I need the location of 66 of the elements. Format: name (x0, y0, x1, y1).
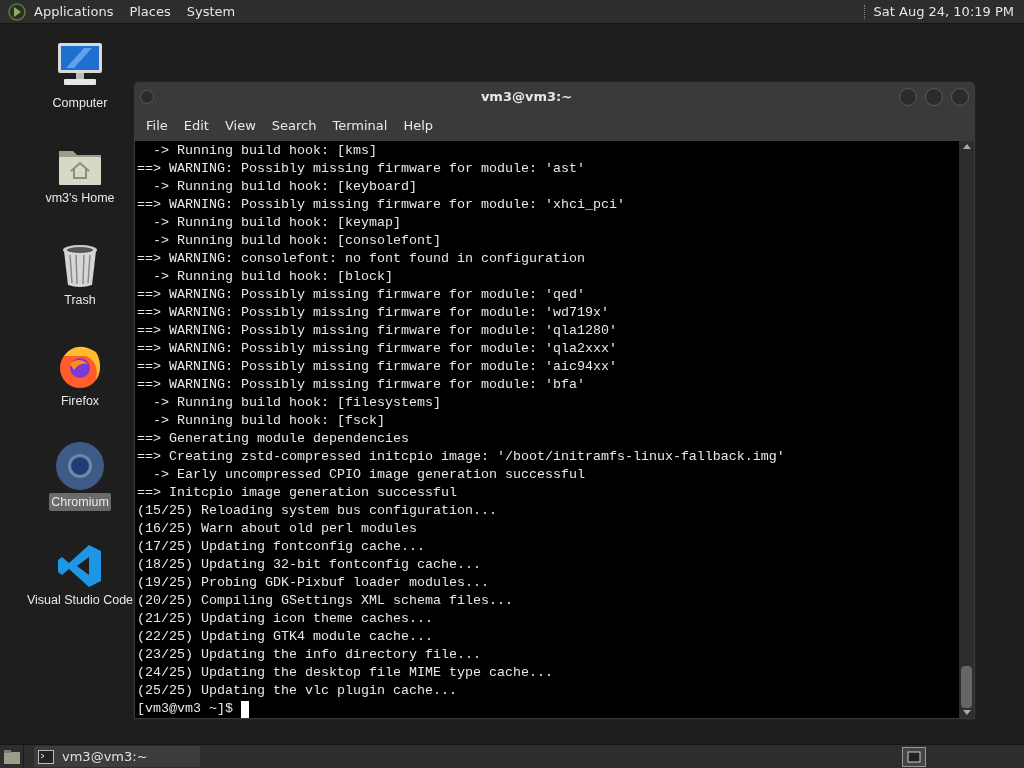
menu-item[interactable]: Terminal (324, 116, 396, 136)
output-line: ==> WARNING: Possibly missing firmware for module: 'qla2xxx' (137, 340, 618, 358)
panel-menu[interactable]: System (178, 1, 244, 22)
output-line: -> Running build hook: [keyboard] (152, 178, 418, 196)
desktop-icon-label[interactable]: Visual Studio Code (24, 590, 136, 610)
panel-menu[interactable]: Places (121, 1, 179, 22)
menu-item[interactable]: Help (395, 116, 442, 136)
output-line: ==> WARNING: Possibly missing firmware for module: 'aic94xx' (137, 358, 618, 376)
menu-item[interactable]: View (216, 116, 264, 136)
output-line: -> Running build hook: [consolefont] (152, 232, 442, 250)
task-button[interactable]: vm3@vm3:~ (34, 746, 200, 767)
output-line: (15/25) Reloading system bus configuration... (137, 502, 498, 520)
desktop-icon-label[interactable]: Firefox (58, 391, 102, 411)
output-line: (24/25) Updating the desktop file MIME type cache... (137, 664, 554, 682)
scrollbar[interactable] (959, 141, 974, 718)
output-line: ==> WARNING: Possibly missing firmware for module: 'ast' (137, 160, 586, 178)
output-line: (22/25) Updating GTK4 module cache... (137, 628, 434, 646)
output-line: (21/25) Updating icon theme caches... (137, 610, 434, 628)
output-line: (20/25) Compiling GSettings XML schema files... (137, 592, 514, 610)
trash-icon (60, 242, 100, 289)
desktop-icon-label[interactable]: vm3's Home (43, 188, 117, 208)
text-cursor (241, 700, 249, 718)
clock[interactable]: Sat Aug 24, 10:19 PM (873, 1, 1016, 22)
scroll-thumb[interactable] (961, 666, 972, 708)
output-line: -> Running build hook: [kms] (152, 142, 378, 160)
output-line: -> Running build hook: [filesystems] (152, 394, 442, 412)
maximize-button[interactable] (925, 87, 943, 106)
desktop-icon-label[interactable]: Chromium (49, 492, 111, 512)
output-line: ==> WARNING: Possibly missing firmware for module: 'bfa' (137, 376, 586, 394)
menu-item[interactable]: File (138, 116, 176, 136)
output-line: -> Early uncompressed CPIO image generation successful (152, 466, 586, 484)
workspace-switcher-icon[interactable] (902, 746, 926, 767)
desktop-icon-label[interactable]: Computer (50, 93, 110, 113)
browser-circle-icon (55, 440, 105, 491)
logo-icon[interactable] (8, 2, 26, 21)
desktop-icon-label[interactable]: Trash (62, 290, 98, 310)
minimize-button[interactable] (899, 87, 917, 106)
code-editor-icon (57, 542, 103, 589)
output-line: -> Running build hook: [fsck] (152, 412, 386, 430)
panel-menu[interactable]: Applications (26, 1, 122, 22)
output-line: (18/25) Updating 32-bit fontconfig cache... (137, 556, 482, 574)
scroll-up-icon[interactable] (962, 143, 971, 149)
window-menu-icon[interactable] (140, 89, 154, 104)
output-line: -> Running build hook: [keymap] (152, 214, 402, 232)
panel-handle-icon (863, 4, 866, 19)
output-line: ==> WARNING: Possibly missing firmware for module: 'qla1280' (137, 322, 618, 340)
scroll-down-icon[interactable] (962, 710, 971, 716)
output-line: ==> Initcpio image generation successful (137, 484, 458, 502)
output-line: (17/25) Updating fontconfig cache... (137, 538, 426, 556)
window-title: vm3@vm3:~ (479, 87, 574, 106)
output-line: ==> Generating module dependencies (137, 430, 410, 448)
output-line: (25/25) Updating the vlc plugin cache... (137, 682, 458, 700)
close-button[interactable] (951, 87, 969, 106)
menu-item[interactable]: Search (263, 116, 325, 136)
terminal-icon (38, 749, 54, 764)
menu-item[interactable]: Edit (175, 116, 217, 136)
output-line: ==> WARNING: Possibly missing firmware for module: 'wd719x' (137, 304, 610, 322)
output-line: (19/25) Probing GDK-Pixbuf loader modules... (137, 574, 490, 592)
output-line: (23/25) Updating the info directory file... (137, 646, 482, 664)
output-line: ==> Creating zstd-compressed initcpio image: '/boot/initramfs-linux-fallback.img' (137, 448, 786, 466)
output-line: ==> WARNING: Possibly missing firmware for module: 'xhci_pci' (137, 196, 626, 214)
shell-prompt: [vm3@vm3 ~]$ (137, 700, 233, 718)
output-line: ==> WARNING: Possibly missing firmware for module: 'qed' (137, 286, 586, 304)
output-line: -> Running build hook: [block] (152, 268, 394, 286)
output-line: ==> WARNING: consolefont: no font found in configuration (137, 250, 586, 268)
output-line: (16/25) Warn about old perl modules (137, 520, 418, 538)
